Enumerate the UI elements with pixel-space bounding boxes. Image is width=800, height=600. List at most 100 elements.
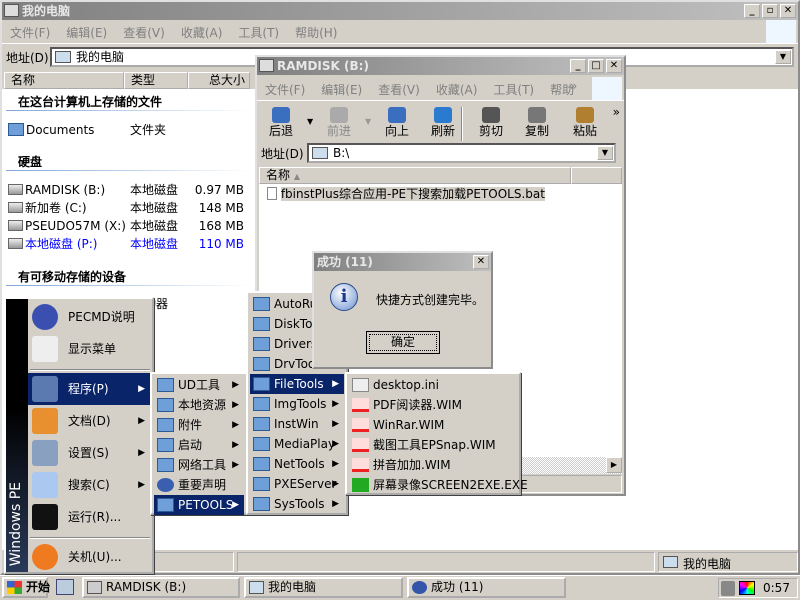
start-menu-item-run[interactable]: 运行(R)...: [28, 501, 150, 533]
menu-item[interactable]: PDF阅读器.WIM: [349, 395, 517, 415]
address-value: B:\: [333, 146, 350, 160]
column-size[interactable]: 总大小: [188, 72, 250, 89]
start-menu-banner: Windows PE: [6, 299, 28, 572]
start-menu-item-documents[interactable]: 文档(D) ▶: [28, 405, 150, 437]
close-button[interactable]: ✕: [606, 59, 622, 73]
submenu-arrow-icon: ▶: [332, 499, 339, 509]
menu-item[interactable]: 截图工具EPSnap.WIM: [349, 435, 517, 455]
display-settings-icon[interactable]: [739, 581, 755, 595]
banner-text: Windows PE: [8, 481, 24, 566]
minimize-button[interactable]: _: [744, 4, 760, 18]
item-type: 本地磁盘: [130, 237, 179, 251]
menu-item[interactable]: SysTools ▶: [250, 494, 344, 514]
menu-file[interactable]: 文件(F): [257, 77, 313, 102]
drive-icon: [8, 220, 23, 231]
menu-file[interactable]: 文件(F): [2, 20, 58, 45]
taskbar-task-my-computer[interactable]: 我的电脑: [244, 577, 403, 598]
cut-button[interactable]: 剪切: [469, 105, 513, 138]
menu-item[interactable]: 附件 ▶: [154, 415, 244, 435]
menu-favorites[interactable]: 收藏(A): [428, 77, 486, 102]
help-icon: [157, 478, 174, 492]
minimize-button[interactable]: _: [570, 59, 586, 73]
ok-button[interactable]: 确定: [366, 331, 440, 354]
menu-view[interactable]: 查看(V): [370, 77, 428, 102]
menu-item[interactable]: PXEServer ▶: [250, 474, 344, 494]
menu-item-label: ImgTools: [274, 397, 327, 411]
menu-item[interactable]: 屏幕录像SCREEN2EXE.EXE: [349, 475, 528, 495]
restore-button[interactable]: ▫: [762, 4, 778, 18]
menu-item-label: FileTools: [274, 377, 324, 391]
menu-favorites[interactable]: 收藏(A): [173, 20, 231, 45]
menu-item[interactable]: FileTools ▶: [250, 374, 344, 394]
menu-view[interactable]: 查看(V): [115, 20, 173, 45]
toolbar-overflow-button[interactable]: »: [613, 105, 620, 119]
list-item[interactable]: fbinstPlus综合应用-PE下搜索加载PETOOLS.bat: [267, 186, 545, 202]
address-dropdown-button[interactable]: ▼: [775, 50, 791, 64]
menu-tools[interactable]: 工具(T): [485, 77, 542, 102]
column-header[interactable]: [571, 167, 622, 184]
list-item[interactable]: Documents: [8, 122, 94, 138]
clock[interactable]: 0:57: [763, 581, 790, 595]
menu-item[interactable]: MediaPlay ▶: [250, 434, 344, 454]
scroll-right-button[interactable]: ▶: [606, 457, 622, 473]
close-button[interactable]: ✕: [780, 4, 796, 18]
wim-archive-icon: [352, 458, 369, 472]
refresh-button[interactable]: 刷新: [421, 105, 465, 138]
menu-item[interactable]: 拼音加加.WIM: [349, 455, 517, 475]
taskbar-task-dialog[interactable]: 成功 (11): [407, 577, 566, 598]
paste-button[interactable]: 粘贴: [563, 105, 607, 138]
start-menu-item-programs[interactable]: 程序(P) ▶: [28, 373, 150, 405]
menu-item[interactable]: PETOOLS ▶: [154, 495, 244, 515]
copy-button[interactable]: 复制: [515, 105, 559, 138]
quick-launch-icon[interactable]: [56, 579, 74, 595]
maximize-button[interactable]: □: [588, 59, 604, 73]
back-button[interactable]: 后退: [259, 105, 303, 138]
menu-item[interactable]: WinRar.WIM: [349, 415, 517, 435]
start-menu-item-show-menu[interactable]: 显示菜单: [28, 333, 150, 365]
sort-ascending-icon: ▲: [293, 172, 300, 181]
menu-item[interactable]: 网络工具 ▶: [154, 455, 244, 475]
menu-item[interactable]: ImgTools ▶: [250, 394, 344, 414]
menu-item-label: SysTools: [274, 497, 325, 511]
menu-tools[interactable]: 工具(T): [230, 20, 287, 45]
close-button[interactable]: ✕: [473, 255, 489, 269]
start-menu-item-shutdown[interactable]: 关机(U)...: [28, 541, 150, 573]
usb-safe-remove-icon[interactable]: [721, 581, 735, 596]
start-menu-item-search[interactable]: 搜索(C) ▶: [28, 469, 150, 501]
menu-item[interactable]: desktop.ini: [349, 375, 517, 395]
taskbar-task-ramdisk[interactable]: RAMDISK (B:): [82, 577, 240, 598]
file-name: fbinstPlus综合应用-PE下搜索加载PETOOLS.bat: [280, 187, 545, 201]
menu-item-label: 拼音加加.WIM: [373, 458, 451, 472]
menu-item[interactable]: 启动 ▶: [154, 435, 244, 455]
menu-help[interactable]: 帮助(H): [287, 20, 345, 45]
list-item-drive[interactable]: PSEUDO57M (X:): [8, 218, 126, 234]
menu-edit[interactable]: 编辑(E): [313, 77, 370, 102]
menu-item[interactable]: 重要声明: [154, 475, 244, 495]
menu-item[interactable]: 本地资源 ▶: [154, 395, 244, 415]
menu-item[interactable]: NetTools ▶: [250, 454, 344, 474]
menu-edit[interactable]: 编辑(E): [58, 20, 115, 45]
title-bar[interactable]: 我的电脑 _ ▫ ✕: [2, 2, 798, 20]
up-button[interactable]: 向上: [375, 105, 419, 138]
title-bar[interactable]: RAMDISK (B:) _ □ ✕: [257, 57, 624, 75]
start-menu-item-pecmd-help[interactable]: PECMD说明: [28, 301, 150, 333]
title-bar[interactable]: 成功 (11) ✕: [314, 253, 491, 271]
menu-item[interactable]: InstWin ▶: [250, 414, 344, 434]
menu-item[interactable]: UD工具 ▶: [154, 375, 244, 395]
start-button[interactable]: 开始: [2, 577, 50, 598]
column-name[interactable]: 名称 ▲: [259, 167, 571, 184]
back-dropdown-icon[interactable]: ▼: [307, 117, 313, 126]
start-menu-item-settings[interactable]: 设置(S) ▶: [28, 437, 150, 469]
menu-overflow-button[interactable]: »: [568, 77, 579, 95]
list-item-drive[interactable]: RAMDISK (B:): [8, 182, 105, 198]
list-item-drive[interactable]: 新加卷 (C:): [8, 200, 87, 216]
forward-dropdown-icon[interactable]: ▼: [365, 117, 371, 126]
column-type[interactable]: 类型: [124, 72, 188, 89]
menu-item-label: PDF阅读器.WIM: [373, 398, 462, 412]
address-dropdown-button[interactable]: ▼: [597, 146, 613, 160]
list-item-drive[interactable]: 本地磁盘 (P:): [8, 236, 97, 252]
column-name[interactable]: 名称: [4, 72, 124, 89]
forward-button[interactable]: 前进: [317, 105, 361, 138]
folder-icon: [157, 398, 174, 412]
address-input[interactable]: B:\ ▼: [307, 143, 616, 163]
